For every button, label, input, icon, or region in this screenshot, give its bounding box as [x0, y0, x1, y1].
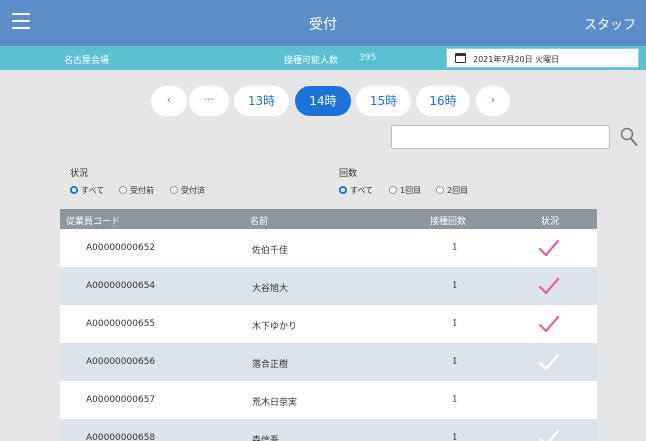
radio-dot — [436, 186, 444, 194]
check-icon[interactable] — [538, 238, 560, 258]
hour-tab-14[interactable]: 14時 — [295, 86, 351, 116]
vaccination-count: 1 — [452, 281, 458, 291]
employee-code: A00000000657 — [86, 395, 156, 405]
calendar-icon — [455, 53, 466, 63]
vaccination-count: 1 — [452, 357, 458, 367]
venue-name: 名古屋会場 — [64, 56, 110, 66]
venue-bar: 名古屋会場 接種可能人数 395 2021年7月20日 火曜日 — [0, 46, 646, 70]
times-radio-all[interactable]: すべて — [339, 185, 373, 196]
ellipsis-button[interactable]: ··· — [189, 86, 229, 116]
date-picker[interactable]: 2021年7月20日 火曜日 — [446, 48, 639, 68]
page-title: 受付 — [309, 17, 337, 33]
check-icon[interactable] — [538, 390, 560, 410]
status-filter-label: 状況 — [70, 169, 89, 179]
vaccination-count: 1 — [452, 243, 458, 253]
table-row[interactable]: A00000000654 大谷旭大 1 — [60, 267, 597, 305]
next-page-button[interactable]: › — [476, 86, 510, 116]
capacity-value: 395 — [359, 53, 377, 63]
vaccination-count: 1 — [452, 319, 458, 329]
table-row[interactable]: A00000000652 佐伯千佳 1 — [60, 229, 597, 267]
radio-dot — [170, 186, 178, 194]
employee-name: 森信吾 — [252, 436, 280, 441]
status-radio-all[interactable]: すべて — [70, 185, 104, 196]
table-row[interactable]: A00000000655 木下ゆかり 1 — [60, 305, 597, 343]
employee-table: 従業員コード 名前 接種回数 状況 A00000000652 佐伯千佳 1 A0000… — [60, 209, 597, 441]
radio-label: 受付済 — [181, 186, 205, 195]
radio-dot — [339, 186, 347, 194]
employee-name: 荒木日奈実 — [252, 398, 298, 408]
radio-label: すべて — [81, 186, 105, 195]
hour-tab-15[interactable]: 15時 — [356, 86, 411, 116]
times-radio-first[interactable]: 1回目 — [389, 185, 421, 196]
header-status: 状況 — [541, 217, 560, 227]
prev-page-button[interactable]: ‹ — [151, 86, 187, 116]
radio-dot — [119, 186, 127, 194]
hour-pager: ‹ ··· 13時 14時 15時 16時 › — [0, 86, 646, 118]
radio-dot — [70, 186, 78, 194]
employee-name: 佐伯千佳 — [252, 246, 289, 256]
radio-label: 受付前 — [130, 186, 154, 195]
radio-dot — [389, 186, 397, 194]
employee-code: A00000000656 — [86, 357, 156, 367]
radio-label: すべて — [350, 186, 374, 195]
table-row[interactable]: A00000000656 落合正樹 1 — [60, 343, 597, 381]
hour-tab-13[interactable]: 13時 — [234, 86, 289, 116]
header-code: 従業員コード — [66, 217, 121, 227]
table-row[interactable]: A00000000658 森信吾 1 — [60, 419, 597, 441]
search-icon[interactable] — [620, 127, 638, 147]
table-row[interactable]: A00000000657 荒木日奈実 1 — [60, 381, 597, 419]
app-header: 受付 スタッフ — [0, 0, 646, 46]
employee-name: 落合正樹 — [252, 360, 289, 370]
capacity-label: 接種可能人数 — [284, 56, 339, 66]
status-radio-done[interactable]: 受付済 — [170, 185, 205, 196]
staff-link[interactable]: スタッフ — [584, 14, 636, 33]
radio-label: 2回目 — [447, 186, 469, 195]
check-icon[interactable] — [538, 276, 560, 296]
radio-label: 1回目 — [400, 186, 422, 195]
vaccination-count: 1 — [452, 433, 458, 441]
check-icon[interactable] — [538, 352, 560, 372]
header-count: 接種回数 — [430, 217, 467, 227]
header-name: 名前 — [250, 217, 269, 227]
table-header: 従業員コード 名前 接種回数 状況 — [60, 209, 597, 229]
employee-code: A00000000658 — [86, 433, 156, 441]
employee-name: 木下ゆかり — [252, 322, 298, 332]
check-icon[interactable] — [538, 314, 560, 334]
times-radio-second[interactable]: 2回目 — [436, 185, 468, 196]
employee-code: A00000000655 — [86, 319, 156, 329]
status-radio-before[interactable]: 受付前 — [119, 185, 154, 196]
employee-code: A00000000654 — [86, 281, 156, 291]
check-icon[interactable] — [538, 428, 560, 441]
search-input[interactable] — [391, 125, 610, 149]
employee-name: 大谷旭大 — [252, 284, 289, 294]
date-value: 2021年7月20日 火曜日 — [473, 55, 560, 64]
employee-code: A00000000652 — [86, 243, 156, 253]
vaccination-count: 1 — [452, 395, 458, 405]
table-body: A00000000652 佐伯千佳 1 A00000000654 大谷旭大 1 A00000… — [60, 229, 597, 441]
times-filter-label: 回数 — [339, 169, 358, 179]
hour-tab-16[interactable]: 16時 — [416, 86, 470, 116]
